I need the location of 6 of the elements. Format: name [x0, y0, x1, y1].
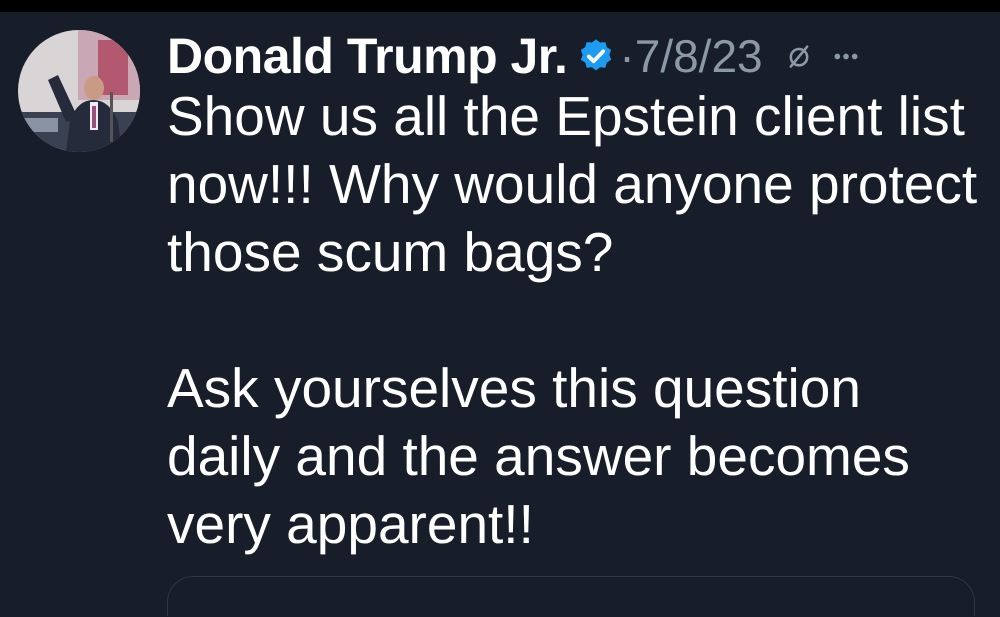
post-text: Ask yourselves this question daily and the answer becomes very apparent!! — [167, 356, 911, 557]
author-name[interactable]: Donald Trump Jr. — [167, 31, 568, 81]
post-date[interactable]: 7/8/23 — [634, 33, 763, 79]
post-text: Show us all the Epstein client list now!!! Why would anyone protect those scum bags? — [167, 84, 978, 285]
separator-dot: · — [619, 33, 635, 79]
more-icon[interactable] — [832, 52, 859, 60]
